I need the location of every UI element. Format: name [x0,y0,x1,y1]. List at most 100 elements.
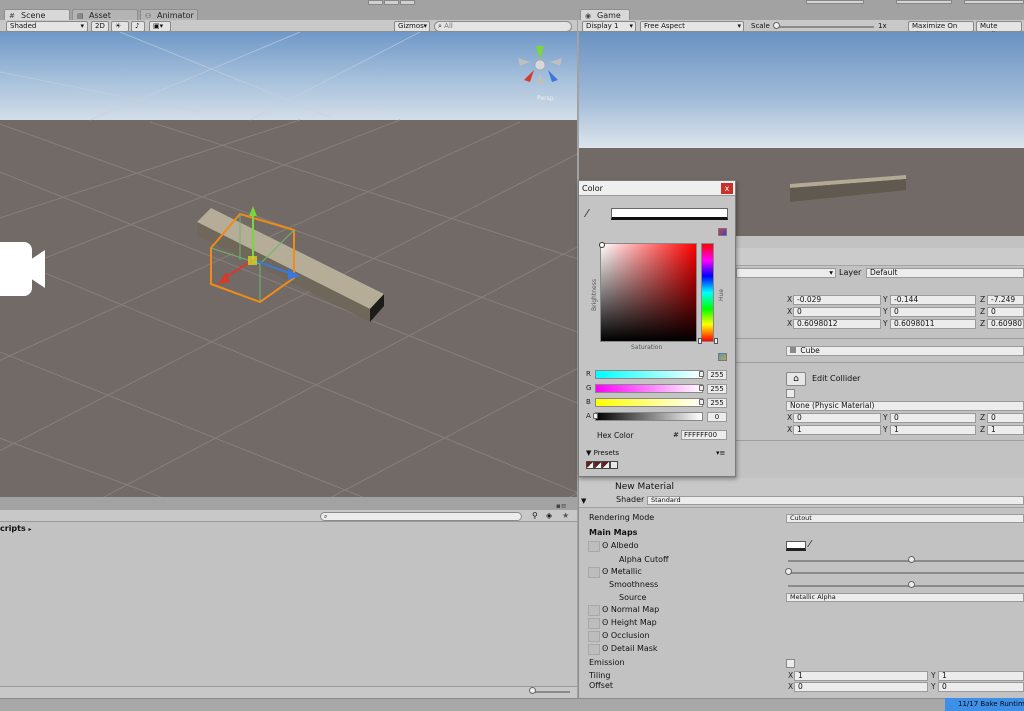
mute-audio-toggle[interactable]: Mute Audio [976,21,1022,39]
alpha-cutoff-thumb[interactable] [908,556,915,563]
presets-foldout[interactable]: ▼ Presets [586,449,619,457]
tiling-x-field[interactable]: 1 [794,671,928,681]
channel-a-slider[interactable] [595,412,703,421]
channel-r-thumb[interactable] [699,371,704,377]
center-y-field[interactable]: 0 [890,413,976,423]
scale-slider-thumb[interactable] [773,22,780,29]
smoothness-slider[interactable] [788,585,1024,587]
maximize-on-play-toggle[interactable]: Maximize On Play [908,21,974,39]
position-y-field[interactable]: -0.144 [890,295,976,305]
eyedropper-icon[interactable]: ⁄ [586,207,588,220]
albedo-color-swatch[interactable] [786,541,806,551]
preset-swatch[interactable] [594,461,602,469]
size-y-field[interactable]: 1 [890,425,976,435]
project-breadcrumb[interactable]: cripts ▸ [0,524,32,533]
center-handle[interactable] [248,256,257,265]
emission-checkbox[interactable] [786,659,795,668]
color-mode-icon[interactable] [718,228,727,236]
channel-r-slider[interactable] [595,370,703,379]
presets-menu-icon[interactable]: ▾≡ [716,449,725,457]
detail-mask-slot[interactable] [588,644,600,655]
icon-size-thumb[interactable] [529,687,536,694]
metallic-thumb[interactable] [785,568,792,575]
scene-search-input[interactable]: ⌕ All [434,21,572,32]
channel-b-slider[interactable] [595,398,703,407]
preset-swatch[interactable] [586,461,594,469]
shader-dropdown[interactable]: Standard [647,496,1024,505]
preset-swatch[interactable] [602,461,610,469]
collab-button[interactable] [806,0,864,4]
offset-x-field[interactable]: 0 [794,682,928,692]
height-map-slot[interactable] [588,618,600,629]
center-x-field[interactable]: 0 [793,413,881,423]
hex-color-input[interactable]: FFFFFF00 [681,430,727,440]
filter-type-icon[interactable]: ⚲ [532,511,538,520]
eyedropper-icon[interactable]: ⁄ [809,539,811,550]
filter-label-icon[interactable]: ◈ [546,511,552,520]
lighting-toggle[interactable]: ☀ [111,21,129,32]
channel-r-value[interactable]: 255 [707,370,727,380]
close-button[interactable]: x [721,183,733,194]
size-x-field[interactable]: 1 [793,425,881,435]
edit-collider-button[interactable]: ⌂ [786,372,806,386]
panel-options-icon[interactable]: ▪≡ [556,502,567,510]
scale-z-field[interactable]: 0.609801 [987,319,1024,329]
normal-map-slot[interactable] [588,605,600,616]
mesh-field[interactable]: Cube [786,346,1024,356]
effects-dropdown[interactable]: ▣▾ [149,21,171,32]
offset-y-field[interactable]: 0 [938,682,1024,692]
channel-a-thumb[interactable] [593,413,598,419]
occlusion-slot[interactable] [588,631,600,642]
channel-a-value[interactable]: 0 [707,412,727,422]
rendering-mode-dropdown[interactable]: Cutout [786,514,1024,523]
slider-mode-icon[interactable] [718,353,727,361]
2d-toggle[interactable]: 2D [91,21,109,32]
pause-button[interactable] [384,0,399,5]
material-foldout-icon[interactable]: ▼ [581,496,586,506]
step-button[interactable] [400,0,415,5]
project-search-input[interactable]: ⌕ [320,512,522,521]
channel-b-thumb[interactable] [699,399,704,405]
rotation-z-field[interactable]: 0 [987,307,1024,317]
position-x-field[interactable]: -0.029 [793,295,881,305]
center-z-field[interactable]: 0 [987,413,1024,423]
scale-x-field[interactable]: 0.6098012 [793,319,881,329]
shading-dropdown[interactable]: Shaded ▾ [6,21,88,32]
layers-button[interactable] [964,0,1024,4]
tag-dropdown[interactable]: ▾ [736,268,836,278]
rotation-x-field[interactable]: 0 [793,307,881,317]
display-dropdown[interactable]: Display 1 ▾ [582,21,636,32]
channel-g-slider[interactable] [595,384,703,393]
albedo-texture-slot[interactable] [588,541,600,552]
hue-slider[interactable] [701,243,714,342]
hue-handle-right[interactable] [714,338,718,344]
add-preset-button[interactable] [610,461,618,469]
channel-b-value[interactable]: 255 [707,398,727,408]
color-picker-titlebar[interactable]: Color [579,181,735,196]
scene-viewport[interactable]: Persp [0,32,577,497]
metallic-texture-slot[interactable] [588,567,600,578]
saturation-brightness-cursor[interactable] [599,242,605,248]
scale-slider-track[interactable] [774,26,874,28]
icon-size-slider[interactable] [530,691,570,693]
rotation-y-field[interactable]: 0 [890,307,976,317]
favorite-star-icon[interactable]: ★ [562,511,569,520]
smoothness-thumb[interactable] [908,581,915,588]
hue-handle-left[interactable] [698,338,702,344]
layer-dropdown[interactable]: Default [866,268,1024,278]
account-button[interactable] [896,0,952,4]
play-button[interactable] [368,0,383,5]
channel-g-thumb[interactable] [699,385,704,391]
channel-g-value[interactable]: 255 [707,384,727,394]
tiling-y-field[interactable]: 1 [938,671,1024,681]
saturation-brightness-box[interactable] [600,243,697,342]
source-dropdown[interactable]: Metallic Alpha [786,593,1024,602]
persp-label[interactable]: Persp [537,95,554,102]
bake-progress[interactable]: 11/17 Bake Runtim [945,698,1024,711]
physic-material-field[interactable]: None (Physic Material) [786,401,1024,411]
metallic-slider[interactable] [788,572,1024,574]
alpha-cutoff-slider[interactable] [788,560,1024,562]
position-z-field[interactable]: -7.249 [987,295,1024,305]
size-z-field[interactable]: 1 [987,425,1024,435]
is-trigger-checkbox[interactable] [786,389,795,398]
